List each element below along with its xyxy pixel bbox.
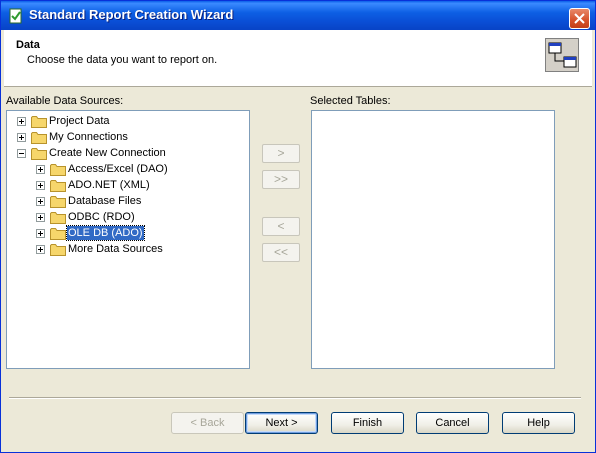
wizard-header: Data Choose the data you want to report … (4, 30, 592, 87)
tree-item-label: Database Files (68, 195, 142, 207)
help-button[interactable]: Help (502, 412, 575, 434)
close-icon (574, 13, 585, 24)
tree-item-label: My Connections (49, 131, 128, 143)
tree-item-label: More Data Sources (68, 243, 163, 255)
folder-icon (31, 132, 47, 144)
title-bar[interactable]: Standard Report Creation Wizard (1, 1, 595, 30)
folder-open-icon (31, 148, 47, 160)
selected-tables-list[interactable] (311, 110, 555, 369)
back-button[interactable]: < Back (171, 412, 244, 434)
folder-icon (50, 164, 66, 176)
folder-icon (50, 244, 66, 256)
tree-item-label: Project Data (49, 115, 110, 127)
tree-item-project-data[interactable]: Project Data (7, 114, 247, 130)
footer-divider (9, 397, 581, 399)
tree-item-label: Access/Excel (DAO) (68, 163, 168, 175)
folder-icon (50, 212, 66, 224)
tree-item-ado-net[interactable]: ADO.NET (XML) (7, 178, 247, 194)
tree-item-odbc[interactable]: ODBC (RDO) (7, 210, 247, 226)
available-sources-label: Available Data Sources: (6, 95, 124, 107)
folder-icon (31, 116, 47, 128)
tree-item-create-new-connection[interactable]: Create New Connection (7, 146, 247, 162)
expand-icon[interactable] (36, 213, 45, 222)
add-table-button[interactable]: > (262, 144, 300, 163)
add-all-tables-button[interactable]: >> (262, 170, 300, 189)
folder-icon (50, 180, 66, 192)
tree-item-label: ADO.NET (XML) (68, 179, 150, 191)
remove-table-button[interactable]: < (262, 217, 300, 236)
finish-button[interactable]: Finish (331, 412, 404, 434)
tree-item-label: Create New Connection (49, 147, 166, 159)
cancel-button[interactable]: Cancel (416, 412, 489, 434)
wizard-window: Standard Report Creation Wizard Data Cho… (0, 0, 596, 453)
remove-all-tables-button[interactable]: << (262, 243, 300, 262)
expand-icon[interactable] (36, 245, 45, 254)
page-title: Data (16, 39, 40, 51)
expand-icon[interactable] (36, 229, 45, 238)
tree-item-database-files[interactable]: Database Files (7, 194, 247, 210)
next-button[interactable]: Next > (245, 412, 318, 434)
tree-item-access-excel[interactable]: Access/Excel (DAO) (7, 162, 247, 178)
page-subtitle: Choose the data you want to report on. (27, 54, 218, 66)
wizard-app-icon (9, 8, 22, 24)
tree-item-more-data-sources[interactable]: More Data Sources (7, 242, 247, 258)
data-tables-icon (545, 38, 579, 72)
folder-icon (50, 196, 66, 208)
tree-item-ole-db[interactable]: OLE DB (ADO) (7, 225, 247, 242)
close-button[interactable] (569, 8, 590, 29)
expand-icon[interactable] (36, 181, 45, 190)
window-title: Standard Report Creation Wizard (29, 7, 234, 22)
collapse-icon[interactable] (17, 149, 26, 158)
available-sources-tree[interactable]: Project Data My Connections Create New C… (6, 110, 250, 369)
expand-icon[interactable] (17, 133, 26, 142)
folder-icon (50, 228, 66, 240)
tree-item-my-connections[interactable]: My Connections (7, 130, 247, 146)
expand-icon[interactable] (36, 197, 45, 206)
tree-item-label: OLE DB (ADO) (66, 225, 145, 241)
expand-icon[interactable] (17, 117, 26, 126)
selected-tables-label: Selected Tables: (310, 95, 391, 107)
expand-icon[interactable] (36, 165, 45, 174)
tree-item-label: ODBC (RDO) (68, 211, 135, 223)
